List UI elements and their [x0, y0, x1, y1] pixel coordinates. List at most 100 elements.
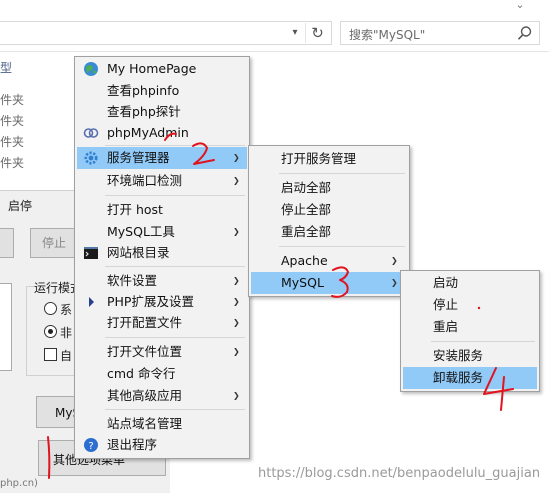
chevron-right-icon: ❯: [233, 347, 240, 356]
search-box[interactable]: 搜索"MySQL": [340, 21, 540, 45]
menu-item-web-root[interactable]: 网站根目录: [77, 242, 247, 264]
radio-label: 非: [60, 326, 73, 340]
menu-item-mysql-tools[interactable]: MySQL工具 ❯: [77, 221, 247, 243]
menu-item-exit[interactable]: ? 退出程序: [77, 434, 247, 456]
menu-separator: [105, 195, 245, 196]
mysql-submenu: 启动 停止 重启 安装服务 卸载服务: [400, 270, 540, 392]
menu-item-service-manager[interactable]: 服务管理器 ❯: [77, 147, 247, 169]
stop-button[interactable]: 停止: [30, 228, 78, 258]
menu-item-open-service-manager[interactable]: 打开服务管理: [251, 148, 407, 170]
menu-item-install-service[interactable]: 安装服务: [403, 345, 537, 367]
menu-item-start-all[interactable]: 启动全部: [251, 177, 407, 199]
menu-separator: [105, 409, 245, 410]
menu-separator: [105, 266, 245, 267]
menu-item-stop-all[interactable]: 停止全部: [251, 199, 407, 221]
gear-icon: [84, 151, 98, 165]
menu-item-label: 软件设置: [107, 273, 158, 288]
file-type-cell: 件夹: [0, 114, 25, 128]
menu-item-apache[interactable]: Apache ❯: [251, 250, 407, 272]
chevron-right-icon: ❯: [233, 227, 240, 236]
start-button[interactable]: [0, 228, 14, 258]
chevron-right-icon: ❯: [233, 297, 240, 306]
address-bar[interactable]: ▾ ↻: [0, 21, 332, 45]
menu-item-label: 卸载服务: [433, 370, 484, 385]
menu-item-mysql[interactable]: MySQL ❯: [251, 272, 407, 294]
menu-item-label: 启动全部: [281, 180, 332, 195]
status-box: [0, 283, 12, 371]
radio-label: 系: [60, 303, 73, 317]
menu-item-label: 打开配置文件: [107, 315, 183, 330]
menu-item-label: phpMyAdmin: [107, 125, 189, 140]
menu-item-label: Apache: [281, 253, 328, 268]
svg-text:?: ?: [88, 441, 93, 452]
panel-footer-text: php.cn): [0, 478, 38, 489]
menu-item-label: 打开服务管理: [281, 151, 357, 166]
file-type-cell: 件夹: [0, 93, 25, 107]
menu-item-mysql-restart[interactable]: 重启: [403, 316, 537, 338]
menu-item-php-probe[interactable]: 查看php探针: [77, 101, 247, 123]
menu-item-label: 环境端口检测: [107, 173, 183, 188]
auto-checkbox[interactable]: [44, 348, 57, 361]
menu-separator: [279, 173, 405, 174]
menu-item-software-settings[interactable]: 软件设置 ❯: [77, 270, 247, 292]
explorer-toolbar: ⌄ ▾ ↻ 搜索"MySQL": [0, 0, 549, 52]
menu-item-phpinfo[interactable]: 查看phpinfo: [77, 80, 247, 102]
menu-item-homepage[interactable]: My HomePage: [77, 58, 247, 80]
menu-item-label: 网站根目录: [107, 245, 170, 260]
rings-icon: [83, 128, 99, 138]
menu-item-label: 安装服务: [433, 348, 484, 363]
help-icon: ?: [84, 438, 98, 452]
triangle-icon: [89, 297, 94, 307]
file-type-cell: 件夹: [0, 156, 25, 170]
menu-item-mysql-stop[interactable]: 停止: [403, 294, 537, 316]
chevron-right-icon: ❯: [391, 278, 398, 287]
menu-item-file-location[interactable]: 打开文件位置 ❯: [77, 341, 247, 363]
search-icon: [517, 26, 532, 40]
chevron-right-icon: ❯: [233, 318, 240, 327]
menu-item-label: MySQL: [281, 275, 324, 290]
menu-item-label: 启动: [433, 275, 459, 290]
menu-item-mysql-start[interactable]: 启动: [403, 272, 537, 294]
checkbox-label: 自: [60, 349, 73, 363]
chevron-right-icon: ❯: [391, 256, 398, 265]
menu-separator: [105, 145, 245, 146]
menu-item-label: MySQL工具: [107, 224, 175, 239]
mode-radio-system[interactable]: [44, 302, 57, 315]
refresh-icon[interactable]: ↻: [305, 23, 329, 43]
service-manager-submenu: 打开服务管理 启动全部 停止全部 重启全部 Apache ❯ MySQL ❯: [248, 145, 410, 297]
menu-item-advanced[interactable]: 其他高级应用 ❯: [77, 385, 247, 407]
menu-separator: [105, 337, 245, 338]
menu-item-label: 服务管理器: [107, 150, 170, 165]
menu-item-label: 打开 host: [107, 202, 163, 217]
console-icon: [84, 247, 98, 259]
menu-item-label: 退出程序: [107, 437, 158, 452]
menu-item-config-files[interactable]: 打开配置文件 ❯: [77, 312, 247, 334]
menu-item-label: 站点域名管理: [107, 416, 183, 431]
menu-item-label: 其他高级应用: [107, 388, 183, 403]
tray-context-menu: My HomePage 查看phpinfo 查看php探针 phpMyAdmin…: [74, 56, 250, 459]
chevron-right-icon: ❯: [233, 391, 240, 400]
menu-item-label: 查看php探针: [107, 104, 181, 119]
search-placeholder: 搜索"MySQL": [349, 28, 426, 42]
menu-item-uninstall-service[interactable]: 卸载服务: [403, 367, 537, 389]
menu-item-label: 停止: [433, 297, 459, 312]
menu-item-phpmyadmin[interactable]: phpMyAdmin: [77, 122, 247, 144]
panel-title: 启停: [8, 199, 33, 213]
menu-item-port-check[interactable]: 环境端口检测 ❯: [77, 170, 247, 192]
chevron-down-icon[interactable]: ▾: [289, 27, 301, 39]
menu-item-site-domain[interactable]: 站点域名管理: [77, 413, 247, 435]
column-header-type[interactable]: 型: [0, 59, 12, 76]
menu-item-restart-all[interactable]: 重启全部: [251, 221, 407, 243]
menu-separator: [431, 341, 535, 342]
menu-item-cmd[interactable]: cmd 命令行: [77, 363, 247, 385]
menu-item-open-host[interactable]: 打开 host: [77, 199, 247, 221]
menu-item-label: My HomePage: [107, 61, 197, 76]
menu-item-label: 重启全部: [281, 224, 332, 239]
menu-item-label: cmd 命令行: [107, 366, 176, 381]
mode-radio-nonservice[interactable]: [44, 325, 57, 338]
menu-item-label: 查看phpinfo: [107, 83, 180, 98]
menu-item-php-extensions[interactable]: PHP扩展及设置 ❯: [77, 291, 247, 313]
file-type-cell: 件夹: [0, 135, 25, 149]
menu-item-label: 打开文件位置: [107, 344, 183, 359]
chevron-down-icon[interactable]: ⌄: [513, 0, 527, 10]
